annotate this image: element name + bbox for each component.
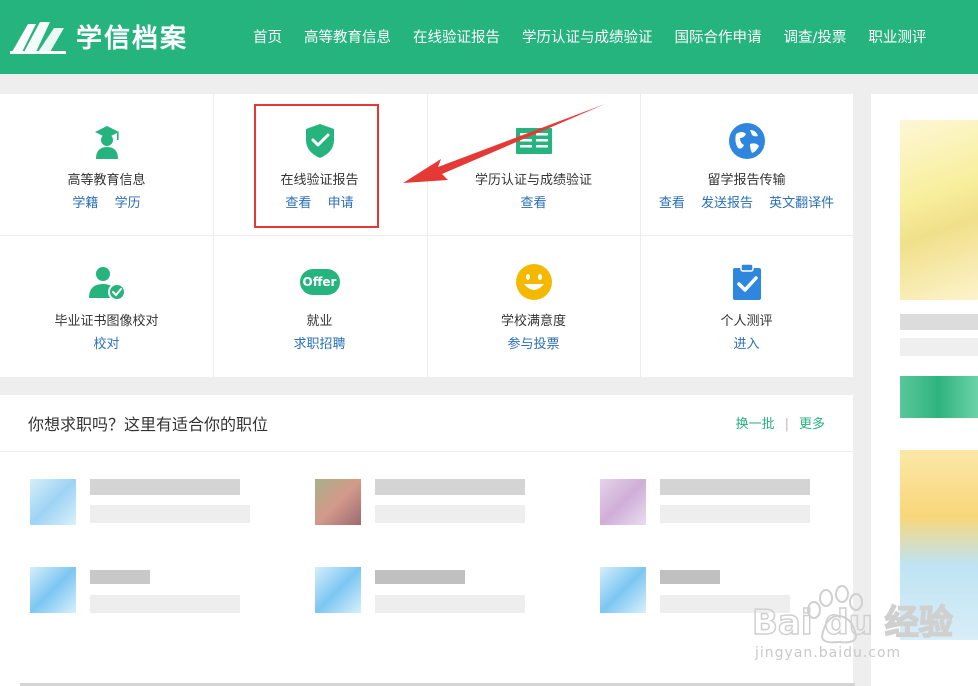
service-title: 就业 (306, 314, 333, 329)
service-degree-certification: 学历认证与成绩验证 查看 (427, 94, 640, 235)
ad-text-blurred (900, 338, 978, 356)
job-info-blurred (375, 505, 525, 523)
jobs-heading: 你想求职吗？这里有适合你的职位 (28, 415, 269, 434)
service-links: 查看 发送报告 英文翻译件 (640, 195, 853, 213)
service-study-abroad-report: 留学报告传输 查看 发送报告 英文翻译件 (640, 94, 853, 235)
service-links: 查看 (427, 195, 640, 213)
service-employment: Offer 就业 求职招聘 (213, 235, 426, 376)
nav-career-assessment[interactable]: 职业测评 (868, 25, 926, 51)
job-title-blurred[interactable] (90, 570, 150, 584)
job-logo-blurred[interactable] (315, 479, 361, 525)
user-check-icon[interactable] (88, 263, 126, 301)
service-title: 毕业证书图像校对 (54, 314, 159, 329)
divider (0, 451, 853, 452)
service-links: 求职招聘 (213, 336, 426, 354)
more-jobs-link[interactable]: 更多 (799, 417, 825, 432)
smiley-icon[interactable] (515, 263, 553, 301)
service-higher-education: 高等教育信息 学籍 学历 (0, 94, 213, 235)
refresh-jobs-link[interactable]: 换一批 (736, 417, 775, 432)
job-logo-blurred[interactable] (600, 567, 646, 613)
service-diploma-proofread: 毕业证书图像校对 校对 (0, 235, 213, 376)
job-title-blurred[interactable] (660, 570, 720, 584)
watermark-url: jingyan.baidu.com (755, 645, 902, 661)
service-school-satisfaction: 学校满意度 参与投票 (427, 235, 640, 376)
jobs-section: 你想求职吗？这里有适合你的职位 换一批 | 更多 (0, 395, 853, 686)
watermark-logo-text: Bai du 经验 (752, 603, 953, 643)
ad-text-blurred (900, 314, 978, 330)
service-links: 校对 (0, 336, 213, 354)
offer-badge-text: Offer (302, 275, 337, 289)
globe-icon[interactable] (728, 122, 766, 160)
job-logo-blurred[interactable] (600, 479, 646, 525)
job-info-blurred (660, 505, 810, 523)
nav-higher-education[interactable]: 高等教育信息 (304, 25, 391, 51)
job-info-blurred (90, 595, 240, 613)
offer-icon[interactable]: Offer (299, 269, 340, 295)
nav-international[interactable]: 国际合作申请 (675, 25, 762, 51)
separator: | (784, 417, 789, 432)
graduate-icon[interactable] (88, 122, 126, 160)
service-title: 学历认证与成绩验证 (474, 173, 592, 188)
logo-icon[interactable] (10, 18, 66, 56)
ad-banner-blurred[interactable] (900, 120, 978, 300)
service-title: 高等教育信息 (67, 173, 146, 188)
job-logo-blurred[interactable] (30, 567, 76, 613)
link-degree[interactable]: 学历 (115, 196, 141, 211)
link-english-translation[interactable]: 英文翻译件 (769, 196, 834, 211)
link-enter[interactable]: 进入 (733, 337, 759, 352)
certificate-icon[interactable] (515, 122, 553, 160)
service-title: 学校满意度 (500, 314, 566, 329)
brand-name[interactable]: 学信档案 (76, 22, 188, 56)
nav-online-verification[interactable]: 在线验证报告 (413, 25, 500, 51)
link-view[interactable]: 查看 (520, 196, 546, 211)
job-title-blurred[interactable] (375, 570, 465, 584)
job-info-blurred (375, 595, 525, 613)
job-title-blurred[interactable] (90, 479, 240, 495)
nav-degree-certification[interactable]: 学历认证与成绩验证 (522, 25, 653, 51)
service-links: 学籍 学历 (0, 195, 213, 213)
service-personal-assessment: 个人测评 进入 (640, 235, 853, 376)
service-links: 进入 (640, 336, 853, 354)
top-header: 学信档案 首页 高等教育信息 在线验证报告 学历认证与成绩验证 国际合作申请 调… (0, 0, 978, 74)
link-student-status[interactable]: 学籍 (72, 196, 98, 211)
nav-home[interactable]: 首页 (253, 25, 282, 51)
clipboard-check-icon[interactable] (728, 263, 766, 301)
job-title-blurred[interactable] (660, 479, 810, 495)
service-title: 个人测评 (720, 314, 773, 329)
job-info-blurred (90, 505, 250, 523)
link-send-report[interactable]: 发送报告 (701, 196, 753, 211)
link-vote[interactable]: 参与投票 (507, 337, 559, 352)
link-job-search[interactable]: 求职招聘 (293, 337, 345, 352)
jobs-actions: 换一批 | 更多 (736, 415, 825, 435)
job-logo-blurred[interactable] (315, 567, 361, 613)
job-title-blurred[interactable] (375, 479, 525, 495)
job-logo-blurred[interactable] (30, 479, 76, 525)
service-links: 参与投票 (427, 336, 640, 354)
main-nav: 首页 高等教育信息 在线验证报告 学历认证与成绩验证 国际合作申请 调查/投票 … (242, 25, 937, 51)
link-view[interactable]: 查看 (659, 196, 685, 211)
ad-banner-blurred[interactable] (900, 376, 978, 418)
service-title: 留学报告传输 (707, 173, 786, 188)
link-proofread[interactable]: 校对 (93, 337, 119, 352)
services-panel: 高等教育信息 学籍 学历 在线验证报告 查看 申请 学历认证与成绩验证 查看 留… (0, 94, 853, 377)
nav-survey[interactable]: 调查/投票 (784, 25, 847, 51)
annotation-highlight-box (254, 104, 379, 228)
